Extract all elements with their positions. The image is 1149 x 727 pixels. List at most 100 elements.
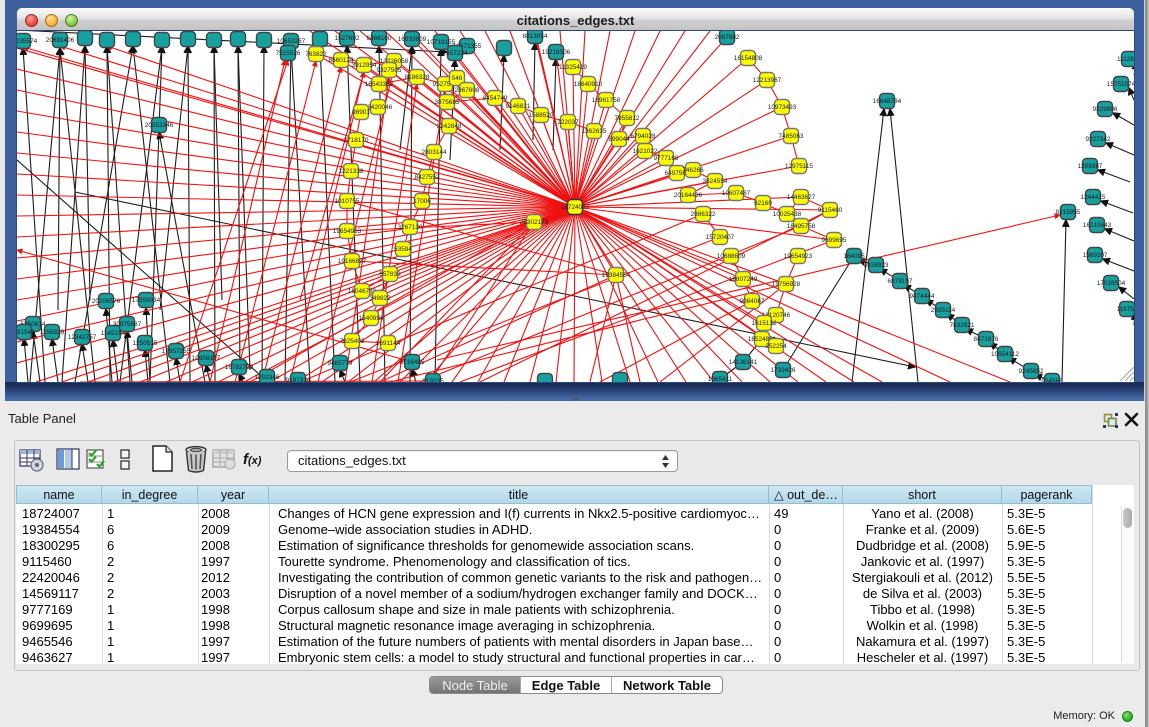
svg-text:12213967: 12213967 (753, 77, 782, 84)
svg-text:1244415: 1244415 (1081, 194, 1106, 201)
svg-text:8215955: 8215955 (1056, 209, 1081, 216)
svg-text:8938923: 8938923 (864, 262, 889, 269)
svg-text:10958107: 10958107 (192, 355, 221, 362)
svg-text:857833: 857833 (379, 271, 401, 278)
svg-text:7955812: 7955812 (615, 115, 640, 122)
svg-text:1615132: 1615132 (752, 320, 777, 327)
svg-text:3716485: 3716485 (400, 359, 425, 366)
svg-text:1588520: 1588520 (529, 112, 554, 119)
svg-text:3624554: 3624554 (703, 178, 728, 185)
svg-text:2718170: 2718170 (344, 137, 369, 144)
svg-text:16782759: 16782759 (225, 364, 254, 371)
svg-text:6794028: 6794028 (631, 133, 656, 140)
svg-text:1362635: 1362635 (582, 128, 607, 135)
svg-text:7485063: 7485063 (779, 133, 804, 140)
svg-text:10654112: 10654112 (991, 351, 1019, 358)
svg-text:8454749: 8454749 (483, 95, 508, 102)
svg-text:10973493: 10973493 (768, 104, 797, 111)
svg-text:17359934: 17359934 (132, 297, 161, 304)
svg-text:9084067: 9084067 (740, 298, 765, 305)
svg-text:10688609: 10688609 (717, 253, 746, 260)
svg-text:16961758: 16961758 (592, 97, 621, 104)
svg-text:1540994: 1540994 (359, 315, 384, 322)
svg-text:6466160: 6466160 (367, 35, 392, 42)
svg-text:18807249: 18807249 (729, 276, 758, 283)
svg-text:1691144: 1691144 (376, 340, 401, 347)
svg-text:1209387: 1209387 (1078, 163, 1103, 170)
svg-text:9699695: 9699695 (822, 237, 847, 244)
svg-text:3875685: 3875685 (435, 99, 460, 106)
svg-text:3267130: 3267130 (398, 224, 423, 231)
svg-text:17957255: 17957255 (162, 348, 191, 355)
svg-text:12975115: 12975115 (785, 163, 813, 170)
svg-text:2087682: 2087682 (715, 34, 740, 41)
svg-text:1527602: 1527602 (335, 35, 360, 42)
svg-text:9465779: 9465779 (328, 360, 353, 367)
svg-text:1221338: 1221338 (339, 168, 364, 175)
svg-text:16210643: 16210643 (1083, 222, 1112, 229)
svg-text:11325419: 11325419 (559, 64, 587, 71)
svg-text:19166827: 19166827 (338, 258, 367, 265)
svg-text:18495758: 18495758 (787, 223, 816, 230)
svg-text:391549: 391549 (17, 329, 35, 336)
svg-text:8186328: 8186328 (405, 74, 430, 81)
svg-text:8471676: 8471676 (974, 336, 999, 343)
svg-text:14136141: 14136141 (729, 359, 758, 366)
svg-text:19384554: 19384554 (602, 272, 631, 279)
svg-text:18640910: 18640910 (574, 81, 603, 88)
svg-text:9329906: 9329906 (1093, 106, 1118, 113)
svg-text:20164436: 20164436 (674, 192, 703, 199)
svg-text:7625402: 7625402 (340, 338, 365, 345)
svg-text:1112804: 1112804 (1117, 56, 1134, 63)
svg-text:9115460: 9115460 (818, 207, 843, 214)
svg-text:9777169: 9777169 (654, 155, 679, 162)
svg-text:20206576: 20206576 (92, 298, 121, 305)
svg-text:164095: 164095 (843, 253, 865, 260)
svg-text:98901: 98901 (352, 109, 370, 116)
svg-text:746266: 746266 (682, 167, 704, 174)
svg-text:1569207: 1569207 (1083, 252, 1108, 259)
svg-text:9242848: 9242848 (437, 123, 462, 130)
svg-text:8660124: 8660124 (329, 57, 354, 64)
svg-text:12342757: 12342757 (68, 334, 97, 341)
svg-text:16543362: 16543362 (365, 81, 394, 88)
svg-text:19654983: 19654983 (333, 228, 362, 235)
svg-text:3912954: 3912954 (352, 62, 377, 69)
svg-text:7357224: 7357224 (443, 50, 468, 57)
svg-text:1292346: 1292346 (255, 374, 280, 381)
svg-text:546: 546 (452, 75, 463, 82)
svg-text:20053346: 20053346 (145, 122, 174, 129)
svg-text:899044: 899044 (608, 136, 630, 143)
svg-text:9227342: 9227342 (1086, 136, 1111, 143)
svg-text:15720407: 15720407 (706, 234, 735, 241)
svg-text:7632621: 7632621 (950, 322, 975, 329)
svg-text:349822: 349822 (369, 295, 391, 302)
svg-text:10607487: 10607487 (722, 190, 751, 197)
svg-text:62160: 62160 (754, 200, 772, 207)
svg-text:322037: 322037 (557, 119, 579, 126)
svg-text:116753: 116753 (1117, 306, 1134, 313)
svg-text:9146821: 9146821 (506, 103, 531, 110)
svg-text:763822: 763822 (305, 51, 327, 58)
svg-text:18724007: 18724007 (561, 204, 590, 211)
svg-text:16154808: 16154808 (734, 55, 763, 62)
svg-text:924565: 924565 (1041, 378, 1063, 382)
svg-text:1250515: 1250515 (133, 340, 158, 347)
svg-text:9474444: 9474444 (910, 293, 935, 300)
svg-text:1065411: 1065411 (708, 376, 733, 382)
svg-text:9245652: 9245652 (1019, 368, 1044, 375)
svg-text:14035574: 14035574 (17, 38, 38, 45)
svg-text:17006: 17006 (413, 198, 431, 205)
svg-text:14463627: 14463627 (787, 194, 816, 201)
svg-text:30975887: 30975887 (113, 321, 142, 328)
svg-text:7515526: 7515526 (276, 50, 301, 57)
svg-text:1156829: 1156829 (40, 329, 65, 336)
svg-text:1733426: 1733426 (771, 367, 796, 374)
svg-text:16033809: 16033809 (398, 36, 427, 43)
svg-text:10653267: 10653267 (277, 38, 306, 45)
svg-text:2803144: 2803144 (422, 149, 447, 156)
svg-text:919235: 919235 (422, 378, 444, 382)
svg-text:8427552: 8427552 (415, 174, 440, 181)
svg-text:9327505: 9327505 (377, 67, 402, 74)
svg-text:6879197: 6879197 (888, 278, 913, 285)
